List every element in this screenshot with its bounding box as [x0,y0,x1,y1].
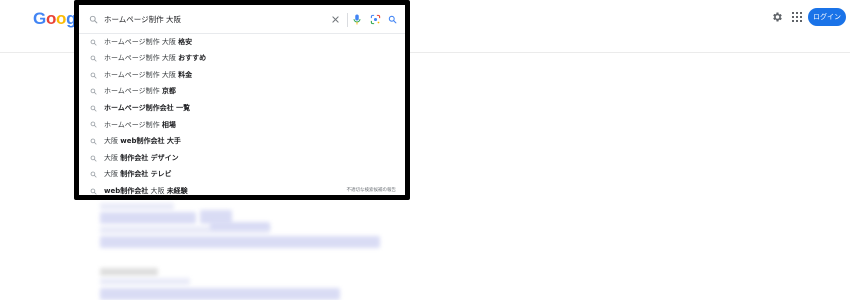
suggestion-item[interactable]: ホームページ制作 大阪 料金 [79,67,405,84]
suggestion-item[interactable]: ホームページ制作 大阪 おすすめ [79,51,405,68]
apps-grid-icon[interactable] [792,12,802,22]
suggestion-completion: おすすめ [178,54,207,63]
suggestion-base: 大阪 [104,170,121,179]
search-icon [90,171,97,178]
suggestion-item[interactable]: ホームページ制作会社 一覧 [79,100,405,117]
logo-letter: G [33,9,46,28]
suggestion-text: ホームページ制作会社 一覧 [104,103,190,113]
suggestion-base: 大阪 [104,153,121,162]
search-icon [90,39,97,46]
suggestion-completion: 京都 [161,87,176,96]
suggestion-text: 大阪 制作会社 デザイン [104,153,179,163]
suggestion-text: web制作会社 大阪 未経験 [104,186,188,196]
login-button[interactable]: ログイン [808,8,846,26]
suggestion-text: ホームページ制作 京都 [104,86,176,96]
suggestion-base: ホームページ制作 大阪 [104,54,179,63]
search-icon [90,88,97,95]
suggestion-item[interactable]: ホームページ制作 京都 [79,84,405,101]
search-input-row[interactable]: ホームページ制作 大阪 [79,5,405,35]
search-box-highlight: ホームページ制作 大阪 ホームページ制作 大阪 格安 ホームページ制作 大阪 おす… [74,0,410,200]
suggestion-text: ホームページ制作 相場 [104,120,176,130]
gear-icon[interactable] [771,11,783,23]
suggestion-item[interactable]: 大阪 web制作会社 大手 [79,134,405,151]
suggestion-base: ホームページ制作 大阪 [104,70,179,79]
suggestion-completion: web制作会社 大手 [120,137,181,146]
suggestion-text: ホームページ制作 大阪 料金 [104,70,192,80]
search-icon [90,138,97,145]
search-icon [90,55,97,62]
suggestion-list: ホームページ制作 大阪 格安 ホームページ制作 大阪 おすすめ ホームページ制作 大… [79,34,405,200]
suggestion-text: ホームページ制作 大阪 おすすめ [104,53,206,63]
google-lens-icon[interactable] [370,14,381,25]
suggestion-completion: 格安 [178,37,193,46]
suggestion-item[interactable]: ホームページ制作 相場 [79,117,405,134]
suggestion-completion: 制作会社 テレビ [120,170,172,179]
microphone-icon[interactable] [353,14,361,25]
suggestion-base: ホームページ制作 大阪 [104,37,179,46]
search-icon [90,155,97,162]
suggestion-base: 大阪 [148,186,167,195]
search-separator [347,13,348,27]
suggestion-completion: 未経験 [166,186,188,195]
suggestion-item[interactable]: 大阪 制作会社 デザイン [79,150,405,167]
suggestion-item[interactable]: ホームページ制作 大阪 格安 [79,34,405,51]
suggestion-base: ホームページ制作 [104,120,162,129]
suggestion-base: 大阪 [104,137,121,146]
search-input[interactable]: ホームページ制作 大阪 [104,14,181,25]
suggestion-item[interactable]: 大阪 制作会社 テレビ [79,167,405,184]
suggestion-base: ホームページ制作 [104,87,162,96]
search-icon [90,122,97,129]
suggestion-completion: ホームページ制作会社 一覧 [104,103,191,112]
search-icon [90,72,97,79]
close-icon[interactable] [331,15,340,24]
suggestion-text: 大阪 web制作会社 大手 [104,136,181,146]
suggestion-completion: 料金 [178,70,193,79]
logo-letter: o [56,9,67,28]
suggestion-completion: 制作会社 デザイン [120,153,179,162]
suggestion-completion: web制作会社 [104,186,149,195]
suggestion-completion: 相場 [161,120,176,129]
logo-letter: o [45,9,57,28]
suggestion-text: 大阪 制作会社 テレビ [104,169,172,179]
suggestion-text: ホームページ制作 大阪 格安 [104,37,192,47]
report-suggestions-link[interactable]: 不適切な検索候補の報告 [347,187,397,193]
search-icon [90,105,97,112]
search-icon [89,15,98,24]
search-icon [90,188,97,195]
search-submit-icon[interactable] [388,15,397,24]
